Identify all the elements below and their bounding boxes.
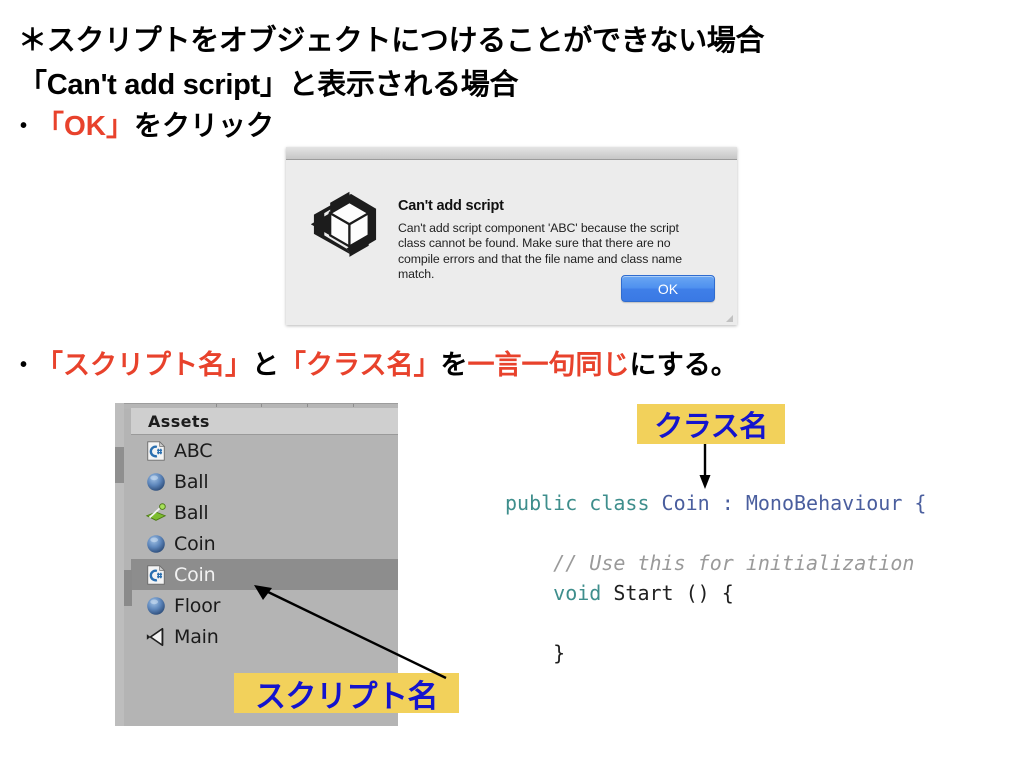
prefab-sphere-icon <box>147 472 165 491</box>
asset-row-label: Ball <box>174 470 209 493</box>
unity-logo-icon <box>310 191 377 257</box>
code-line-4: void Start () { <box>505 578 926 608</box>
code-token-cmt: // Use this for initialization <box>505 551 915 575</box>
code-line-3: // Use this for initialization <box>505 548 926 578</box>
bullet-2-seg-1: 「スクリプト名」 <box>36 350 253 380</box>
dialog-message: Can't add script component 'ABC' because… <box>398 221 682 282</box>
code-line-6: } <box>505 638 926 668</box>
code-token-plain: } <box>505 641 566 665</box>
asset-row-label: Coin <box>174 563 216 586</box>
asset-row-label: Main <box>174 625 219 648</box>
bullet-marker-icon-2: • <box>20 354 28 376</box>
assets-panel-scroll-thumb[interactable] <box>115 447 124 483</box>
code-token-kw: public class <box>505 491 662 515</box>
bullet-2-seg-2: と <box>252 350 280 380</box>
assets-panel-title: Assets <box>148 411 210 431</box>
bullet-item-name-match: • 「スクリプト名」 と 「クラス名」 を 一言一句同じ にする。 <box>20 343 738 382</box>
arrow-class-name-icon <box>699 444 711 489</box>
bullet-item-ok: • 「OK」 をクリック <box>20 104 274 144</box>
annotation-class-name: クラス名 <box>637 404 785 444</box>
ok-button[interactable]: OK <box>621 275 715 302</box>
dialog-heading: Can't add script <box>398 198 504 214</box>
asset-row-label: Coin <box>174 532 216 555</box>
headline-line-1: ＊スクリプトをオブジェクトにつけることができない場合 <box>18 25 765 57</box>
csharp-script-icon <box>145 440 167 462</box>
bullet-marker-icon: • <box>20 115 28 137</box>
camera-icon <box>145 626 167 648</box>
arrow-script-name-icon <box>254 585 447 680</box>
bullet-1-text-red: 「OK」 <box>36 110 135 141</box>
headline-line-2: 「Can't add script」と表示される場合 <box>18 69 519 101</box>
camera-icon <box>146 627 164 646</box>
bullet-2-seg-6: にする。 <box>629 350 738 380</box>
code-token-kw: void <box>505 581 614 605</box>
prefab-sphere-icon <box>145 533 167 555</box>
bullet-1-text-black: をクリック <box>134 110 275 141</box>
dialog-titlebar <box>286 147 737 160</box>
asset-row-label: Ball <box>174 501 209 524</box>
material-icon <box>145 502 167 521</box>
bullet-2-seg-5: 一言一句同じ <box>467 350 630 380</box>
asset-row-ball-1[interactable]: Ball <box>131 466 398 497</box>
prefab-sphere-icon <box>147 534 165 553</box>
code-token-typ: Coin : MonoBehaviour <box>661 491 915 515</box>
asset-row-label: ABC <box>174 439 213 462</box>
ok-button-label: OK <box>657 280 679 297</box>
csharp-script-icon <box>147 564 166 585</box>
asset-row-ball-2[interactable]: Ball <box>131 497 398 528</box>
csharp-script-icon <box>145 564 167 586</box>
prefab-sphere-icon <box>145 595 167 617</box>
bullet-2-seg-4: を <box>440 350 468 380</box>
slide-canvas: ＊スクリプトをオブジェクトにつけることができない場合 「Can't add sc… <box>0 0 1024 768</box>
bullet-2-seg-3: 「クラス名」 <box>279 350 441 380</box>
code-token-plain: Start () { <box>613 581 734 605</box>
assets-panel-header: Assets <box>131 408 398 435</box>
assets-list-scroll-thumb[interactable] <box>124 570 132 606</box>
code-block: public class Coin : MonoBehaviour { // U… <box>505 488 926 668</box>
code-token-typ: { <box>914 491 927 515</box>
resize-grip-icon[interactable] <box>725 314 734 323</box>
cant-add-script-dialog: Can't add script Can't add script compon… <box>286 147 737 325</box>
code-line-1: public class Coin : MonoBehaviour { <box>505 488 926 518</box>
prefab-sphere-icon <box>147 596 165 615</box>
material-icon <box>145 502 167 524</box>
csharp-script-icon <box>147 440 166 461</box>
dialog-body: Can't add script Can't add script compon… <box>286 160 737 325</box>
asset-row-label: Floor <box>174 594 221 617</box>
asset-row-abc-0[interactable]: ABC <box>131 435 398 466</box>
prefab-sphere-icon <box>145 471 167 493</box>
asset-row-coin-3[interactable]: Coin <box>131 528 398 559</box>
